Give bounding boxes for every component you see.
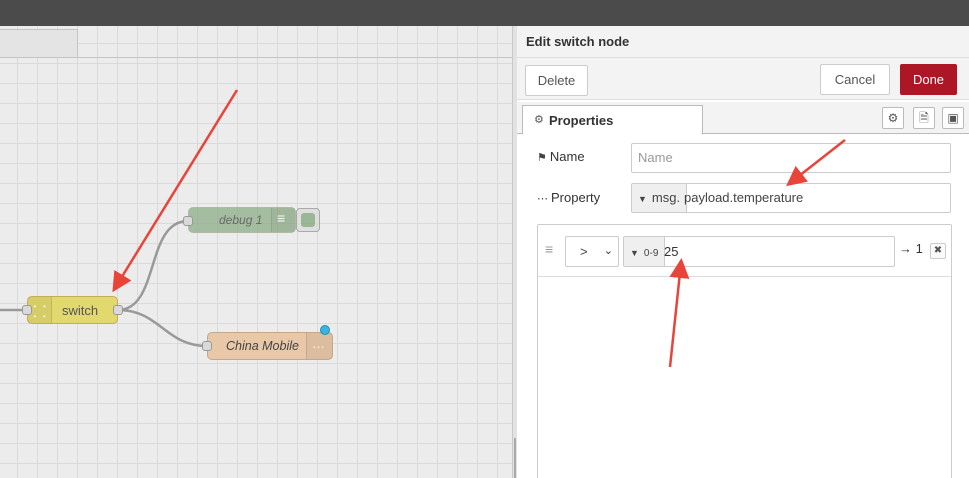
gear-icon: ⚙ [534, 114, 544, 126]
appearance-tab-icon[interactable]: ▣ [942, 107, 964, 129]
changed-indicator-dot [320, 325, 330, 335]
debug-toggle-button[interactable] [296, 208, 320, 232]
panel-toolbar: Delete Cancel Done [517, 58, 969, 100]
property-label: ⋯ Property [537, 190, 600, 205]
top-header-bar [0, 0, 969, 26]
panel-header: Edit switch node [517, 26, 969, 58]
drag-handle-icon[interactable]: ≡ [545, 241, 553, 257]
rule-operator-select[interactable]: > ⌄ [565, 236, 619, 267]
rules-list: ≡ > ⌄ ▼ 0-9 25 → 1 ✖ [537, 224, 952, 478]
property-label-text: Property [551, 190, 601, 205]
rule-value-input[interactable]: ▼ 0-9 25 [623, 236, 895, 267]
property-input[interactable]: ▼ msg. payload.temperature [631, 183, 951, 213]
china-mobile-input-port[interactable] [202, 341, 212, 351]
rule-value-text: 25 [664, 244, 679, 259]
flow-workspace[interactable]: ⸬ switch debug 1 ≡ China Mobile … [0, 26, 512, 478]
rule-output-label: → 1 [899, 241, 923, 256]
comment-icon: … [306, 333, 332, 359]
rule-operator-value: > [580, 244, 588, 259]
wires [0, 219, 208, 348]
property-value-text: payload.temperature [684, 190, 804, 205]
name-label: ⚑ Name [537, 149, 585, 164]
resize-grip[interactable] [514, 438, 516, 478]
switch-output-port[interactable] [113, 305, 123, 315]
chevron-down-icon: ⌄ [603, 245, 613, 257]
delete-button[interactable]: Delete [525, 65, 588, 96]
ellipsis-icon: ⋯ [537, 193, 548, 205]
settings-tab-icon[interactable]: ⚙ [882, 107, 904, 129]
close-icon: ✖ [933, 245, 943, 256]
name-input[interactable]: Name [631, 143, 951, 173]
switch-node-label: switch [62, 303, 99, 318]
debug-input-port[interactable] [183, 216, 193, 226]
cancel-button[interactable]: Cancel [820, 64, 890, 95]
panel-title: Edit switch node [526, 34, 630, 49]
switch-input-port[interactable] [22, 305, 32, 315]
caret-down-icon: ▼ [638, 194, 647, 204]
done-button[interactable]: Done [900, 64, 957, 95]
remove-rule-button[interactable]: ✖ [930, 243, 946, 259]
property-type-label: msg. [651, 190, 681, 205]
edit-panel: Edit switch node Delete Cancel Done ⚙ Pr… [517, 26, 969, 478]
name-label-text: Name [549, 149, 585, 164]
debug-node[interactable]: debug 1 ≡ [188, 207, 296, 233]
china-mobile-node[interactable]: China Mobile … [207, 332, 333, 360]
number-type-icon: 0-9 [643, 248, 659, 259]
tag-icon: ⚑ [537, 152, 547, 164]
caret-down-icon: ▼ [630, 248, 639, 258]
list-icon: ≡ [271, 208, 295, 232]
value-type-select[interactable]: ▼ 0-9 [624, 237, 666, 266]
property-type-select[interactable]: ▼ msg. [632, 184, 688, 212]
tab-properties[interactable]: ⚙ Properties [522, 105, 703, 135]
panel-tabs: ⚙ Properties ⚙ 🗎 ▣ [517, 102, 969, 135]
description-tab-icon[interactable]: 🗎 [913, 107, 935, 129]
wire-switch-debug [117, 219, 189, 312]
debug-node-label: debug 1 [219, 213, 263, 227]
rule-row[interactable]: ≡ > ⌄ ▼ 0-9 25 → 1 ✖ [538, 225, 951, 277]
china-mobile-node-label: China Mobile [226, 339, 299, 353]
tab-properties-label: Properties [549, 113, 614, 128]
wire-switch-chinamobile [117, 308, 208, 348]
switch-node[interactable]: ⸬ switch [27, 296, 118, 324]
